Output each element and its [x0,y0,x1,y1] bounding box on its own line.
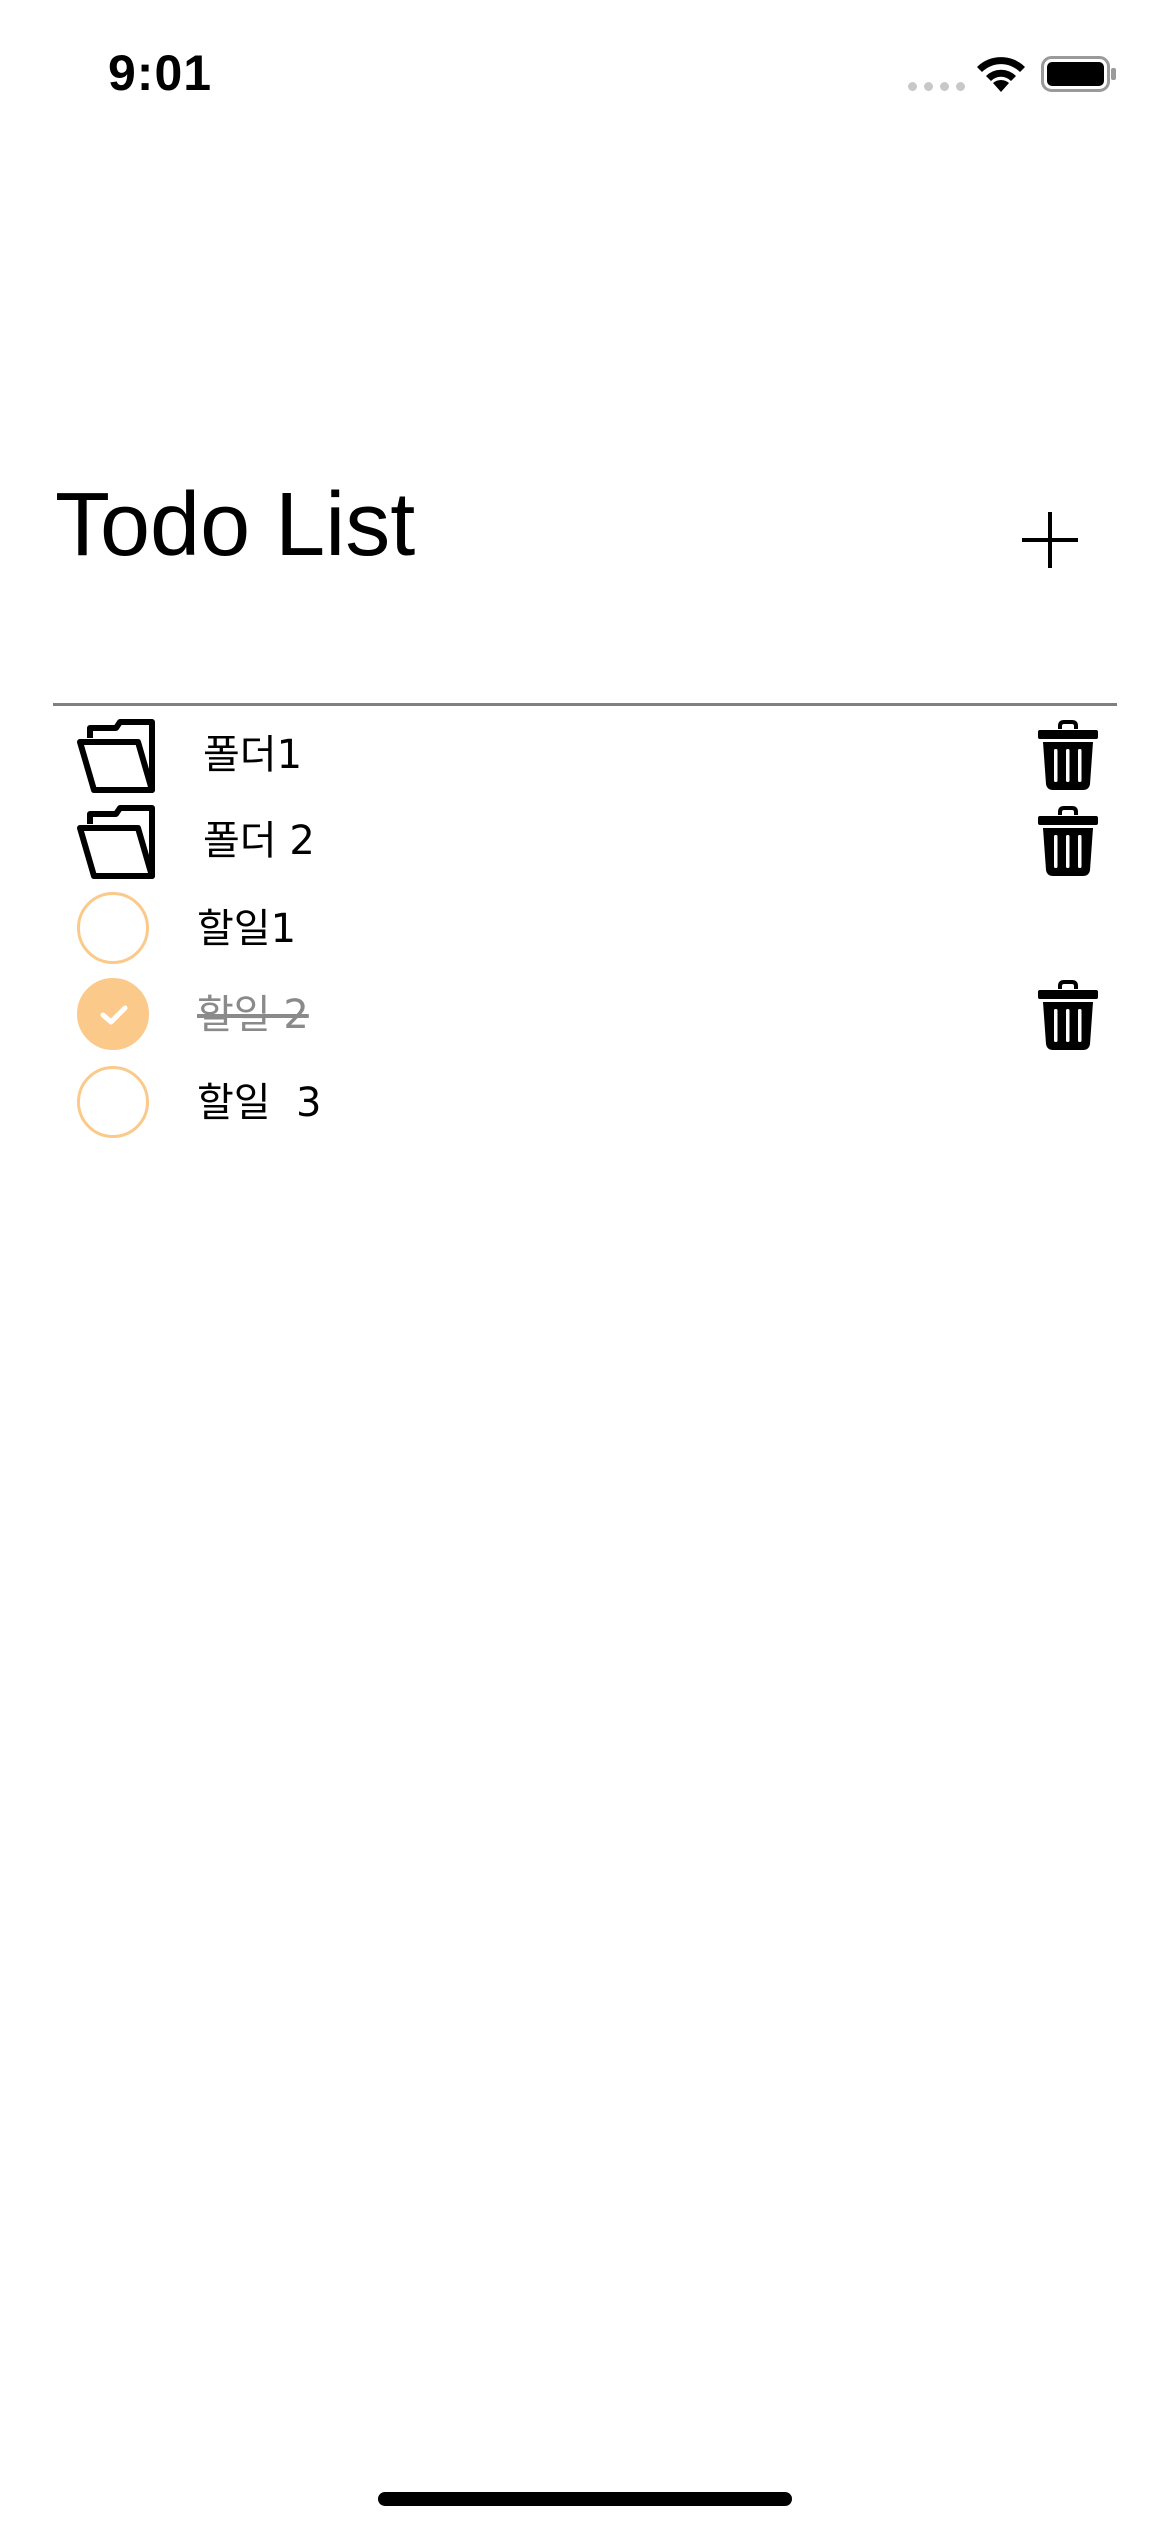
status-bar: 9:01 [0,0,1170,150]
todo-row[interactable]: 할일 3 [0,1060,1170,1146]
home-indicator[interactable] [378,2492,792,2506]
page-title: Todo List [55,475,416,575]
trash-icon[interactable] [1036,720,1100,790]
todo-row[interactable]: 할일1 [0,886,1170,972]
trash-icon[interactable] [1036,980,1100,1050]
folder-icon [76,716,160,794]
add-button[interactable] [1022,512,1078,568]
folder-label: 폴더 2 [203,818,315,864]
trash-icon[interactable] [1036,806,1100,876]
todo-row[interactable]: 할일 2 [0,972,1170,1058]
folder-icon [76,802,160,880]
todo-label: 할일 3 [197,1080,322,1126]
todo-label: 할일1 [197,906,297,952]
unchecked-circle-icon[interactable] [77,892,149,964]
cellular-signal-icon [908,82,965,91]
folder-label: 폴더1 [203,732,303,778]
wifi-icon [977,57,1025,92]
checkmark-icon [100,1005,128,1025]
checked-circle-icon[interactable] [77,978,149,1050]
todo-label: 할일 2 [197,992,309,1038]
divider [53,703,1117,706]
unchecked-circle-icon[interactable] [77,1066,149,1138]
battery-icon [1041,56,1116,92]
folder-row[interactable]: 폴더 2 [0,798,1170,884]
folder-row[interactable]: 폴더1 [0,712,1170,798]
status-time: 9:01 [108,45,213,101]
